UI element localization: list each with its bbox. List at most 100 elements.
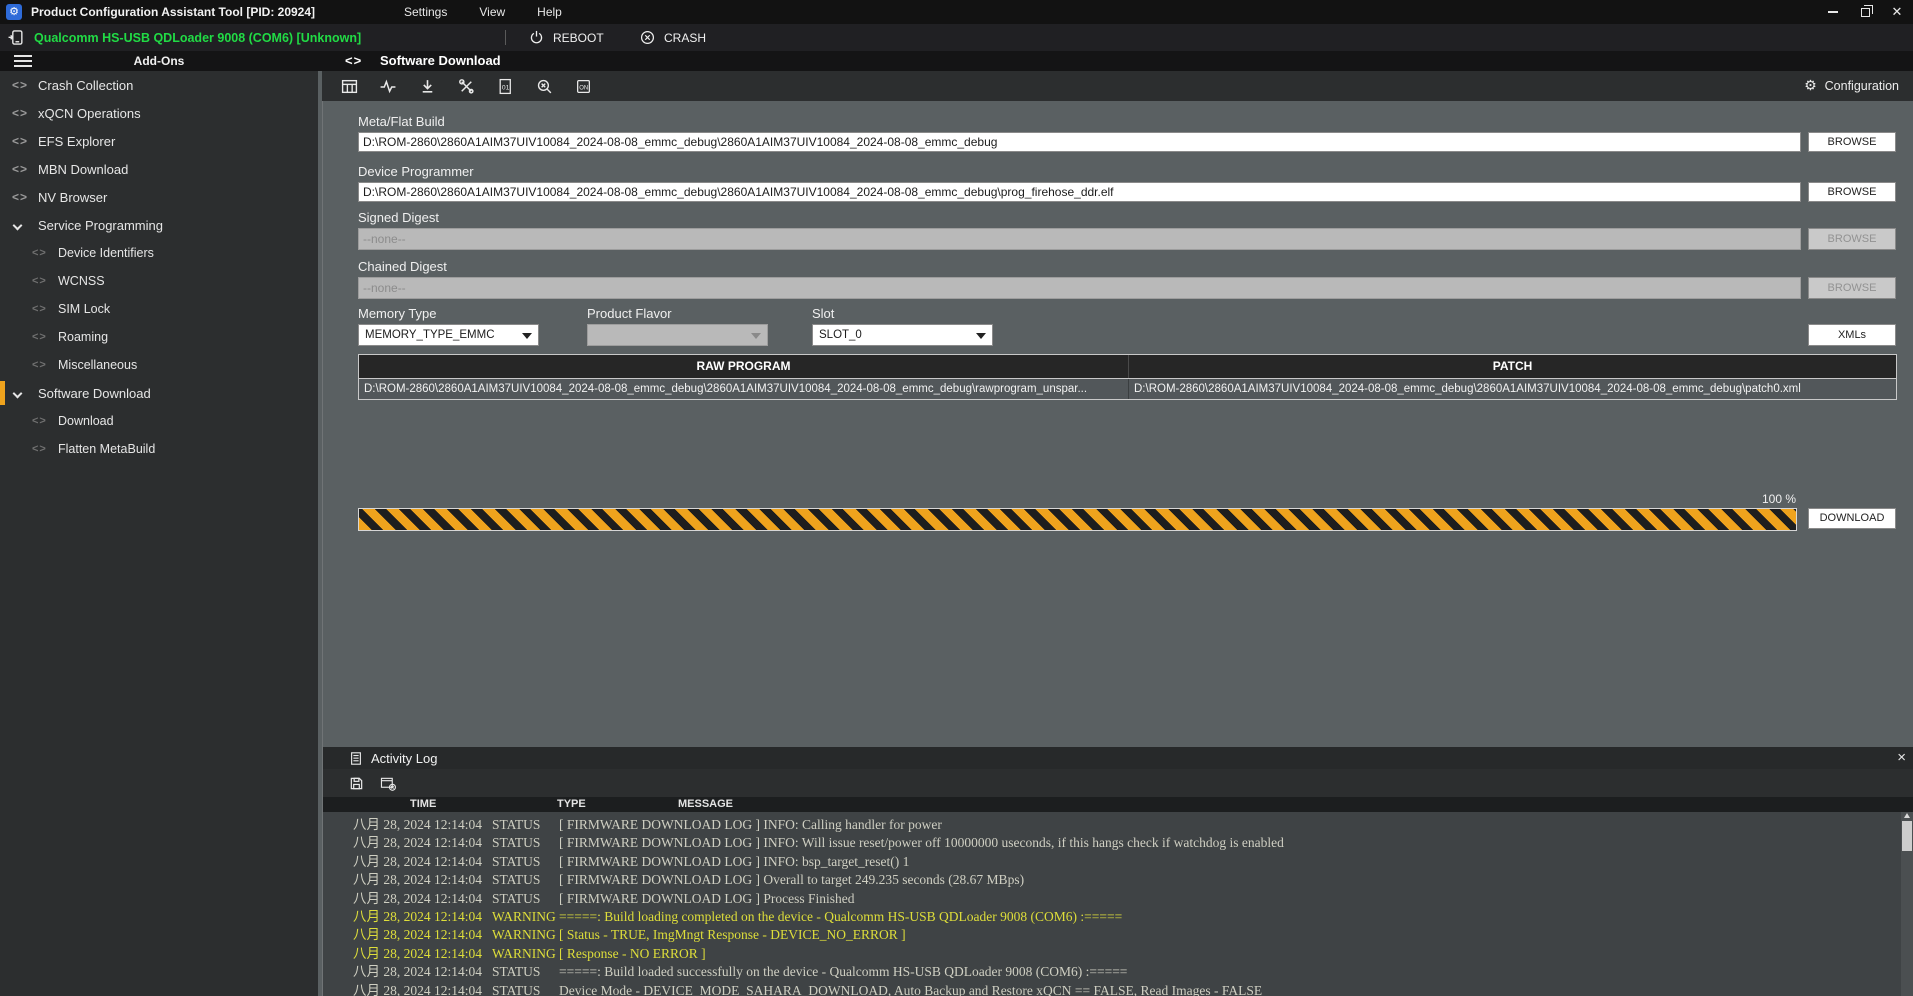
panel-title: Software Download xyxy=(380,51,501,71)
crash-button[interactable]: CRASH xyxy=(640,24,706,51)
log-message: [ Response - NO ERROR ] xyxy=(559,945,706,963)
save-log-icon[interactable] xyxy=(349,776,364,791)
search-error-icon[interactable] xyxy=(535,77,553,95)
menu-help[interactable]: Help xyxy=(537,5,562,19)
device-programmer-label: Device Programmer xyxy=(358,164,474,179)
download-button[interactable]: DOWNLOAD xyxy=(1808,508,1896,529)
document-icon xyxy=(349,751,363,766)
reboot-label: REBOOT xyxy=(553,31,604,45)
table-row[interactable]: D:\ROM-2860\2860A1AIM37UIV10084_2024-08-… xyxy=(359,378,1896,399)
close-log-icon[interactable]: × xyxy=(1897,747,1906,769)
activity-icon[interactable] xyxy=(379,77,397,95)
sidebar-item-xqcn-operations[interactable]: <>xQCN Operations xyxy=(0,99,318,127)
log-row[interactable]: 八月 28, 2024 12:14:04STATUSDevice Mode - … xyxy=(323,982,1913,996)
log-row[interactable]: 八月 28, 2024 12:14:04WARNING=====: Build … xyxy=(323,908,1913,926)
memory-type-select[interactable]: MEMORY_TYPE_EMMC xyxy=(358,324,539,346)
device-programmer-browse-button[interactable]: BROWSE xyxy=(1808,182,1896,202)
table-icon[interactable] xyxy=(340,77,358,95)
reboot-button[interactable]: REBOOT xyxy=(529,24,604,51)
log-row[interactable]: 八月 28, 2024 12:14:04WARNING[ Status - TR… xyxy=(323,926,1913,944)
sidebar-item-service-programming[interactable]: Service Programming xyxy=(0,211,318,239)
sidebar-item-miscellaneous[interactable]: <>Miscellaneous xyxy=(0,351,318,379)
progress-percent-label: 100 % xyxy=(358,492,1796,506)
log-message: Device Mode - DEVICE_MODE_SAHARA_DOWNLOA… xyxy=(559,982,1262,996)
sidebar-item-nv-browser[interactable]: <>NV Browser xyxy=(0,183,318,211)
sidebar-item-flatten-metabuild[interactable]: <>Flatten MetaBuild xyxy=(0,435,318,463)
menu-view[interactable]: View xyxy=(479,5,505,19)
minimize-icon xyxy=(1828,11,1838,13)
meta-build-browse-button[interactable]: BROWSE xyxy=(1808,132,1896,152)
window-controls: ✕ xyxy=(1817,0,1913,24)
chevron-down-icon xyxy=(751,333,761,339)
sidebar-item-device-identifiers[interactable]: <>Device Identifiers xyxy=(0,239,318,267)
log-row[interactable]: 八月 28, 2024 12:14:04WARNING[ Response - … xyxy=(323,945,1913,963)
device-programmer-input[interactable] xyxy=(358,182,1801,202)
tools-icon[interactable] xyxy=(457,77,475,95)
sidebar-item-efs-explorer[interactable]: <>EFS Explorer xyxy=(0,127,318,155)
log-rows: 八月 28, 2024 12:14:04STATUS[ FIRMWARE DOW… xyxy=(323,812,1913,996)
scroll-up-icon[interactable] xyxy=(1904,813,1910,818)
log-time: 八月 28, 2024 12:14:04 xyxy=(353,890,482,908)
sidebar-item-sim-lock[interactable]: <>SIM Lock xyxy=(0,295,318,323)
sidebar-item-crash-collection[interactable]: <>Crash Collection xyxy=(0,71,318,99)
pcat-window: ⚙ Product Configuration Assistant Tool [… xyxy=(0,0,1913,996)
auto-on-icon[interactable]: ON xyxy=(574,77,592,95)
divider xyxy=(505,30,506,45)
configuration-button[interactable]: ⚙ Configuration xyxy=(1804,71,1899,101)
slot-label: Slot xyxy=(812,306,834,321)
sidebar: <>Crash Collection<>xQCN Operations<>EFS… xyxy=(0,71,318,996)
sidebar-item-wcnss[interactable]: <>WCNSS xyxy=(0,267,318,295)
xmls-button[interactable]: XMLs xyxy=(1808,324,1896,346)
log-row[interactable]: 八月 28, 2024 12:14:04STATUS[ FIRMWARE DOW… xyxy=(323,853,1913,871)
minimize-button[interactable] xyxy=(1817,0,1849,24)
toolbar-icons: 01 ON xyxy=(340,77,592,95)
log-row[interactable]: 八月 28, 2024 12:14:04STATUS[ FIRMWARE DOW… xyxy=(323,890,1913,908)
menu-settings[interactable]: Settings xyxy=(404,5,447,19)
sidebar-item-mbn-download[interactable]: <>MBN Download xyxy=(0,155,318,183)
sidebar-item-download[interactable]: <>Download xyxy=(0,407,318,435)
clear-log-icon[interactable] xyxy=(380,776,397,791)
log-row[interactable]: 八月 28, 2024 12:14:04STATUS[ FIRMWARE DOW… xyxy=(323,816,1913,834)
active-indicator xyxy=(0,409,5,433)
raw-program-cell: D:\ROM-2860\2860A1AIM37UIV10084_2024-08-… xyxy=(359,379,1128,399)
log-scrollbar[interactable] xyxy=(1901,812,1913,996)
log-row[interactable]: 八月 28, 2024 12:14:04STATUS=====: Build l… xyxy=(323,963,1913,981)
scrollbar-thumb[interactable] xyxy=(1902,821,1912,851)
code-icon: <> xyxy=(32,331,54,343)
log-row[interactable]: 八月 28, 2024 12:14:04STATUS[ FIRMWARE DOW… xyxy=(323,871,1913,889)
svg-text:01: 01 xyxy=(501,84,509,91)
progress-bar xyxy=(358,508,1797,531)
log-message: [ FIRMWARE DOWNLOAD LOG ] INFO: Calling … xyxy=(559,816,942,834)
signed-digest-label: Signed Digest xyxy=(358,210,439,225)
code-icon: <> xyxy=(32,415,54,427)
download-arrow-icon[interactable] xyxy=(418,77,436,95)
log-time: 八月 28, 2024 12:14:04 xyxy=(353,926,482,944)
close-button[interactable]: ✕ xyxy=(1881,0,1913,24)
binary-file-icon[interactable]: 01 xyxy=(496,77,514,95)
patch-column-header: PATCH xyxy=(1128,355,1896,378)
log-time: 八月 28, 2024 12:14:04 xyxy=(353,816,482,834)
log-message: [ FIRMWARE DOWNLOAD LOG ] Overall to tar… xyxy=(559,871,1024,889)
sidebar-item-label: NV Browser xyxy=(38,190,107,205)
active-indicator xyxy=(0,269,5,293)
log-time: 八月 28, 2024 12:14:04 xyxy=(353,871,482,889)
restore-button[interactable] xyxy=(1849,0,1881,24)
active-indicator xyxy=(0,381,5,405)
main-panel: 01 ON ⚙ Configuration Meta/Flat Build BRO… xyxy=(322,71,1913,996)
chevron-down-icon xyxy=(976,333,986,339)
meta-build-input[interactable] xyxy=(358,132,1801,152)
activity-log-toolbar xyxy=(323,769,1913,797)
slot-select[interactable]: SLOT_0 xyxy=(812,324,993,346)
log-time: 八月 28, 2024 12:14:04 xyxy=(353,853,482,871)
software-download-form: Meta/Flat Build BROWSE Device Programmer… xyxy=(322,101,1913,747)
log-row[interactable]: 八月 28, 2024 12:14:04STATUS[ FIRMWARE DOW… xyxy=(323,834,1913,852)
gear-icon: ⚙ xyxy=(1804,78,1817,94)
signed-digest-browse-button: BROWSE xyxy=(1808,228,1896,250)
active-indicator xyxy=(0,241,5,265)
chevron-down-icon xyxy=(12,386,34,400)
raw-program-column-header: RAW PROGRAM xyxy=(359,355,1128,378)
patch-cell: D:\ROM-2860\2860A1AIM37UIV10084_2024-08-… xyxy=(1128,379,1896,399)
sidebar-item-software-download[interactable]: Software Download xyxy=(0,379,318,407)
sidebar-item-label: EFS Explorer xyxy=(38,134,115,149)
sidebar-item-roaming[interactable]: <>Roaming xyxy=(0,323,318,351)
